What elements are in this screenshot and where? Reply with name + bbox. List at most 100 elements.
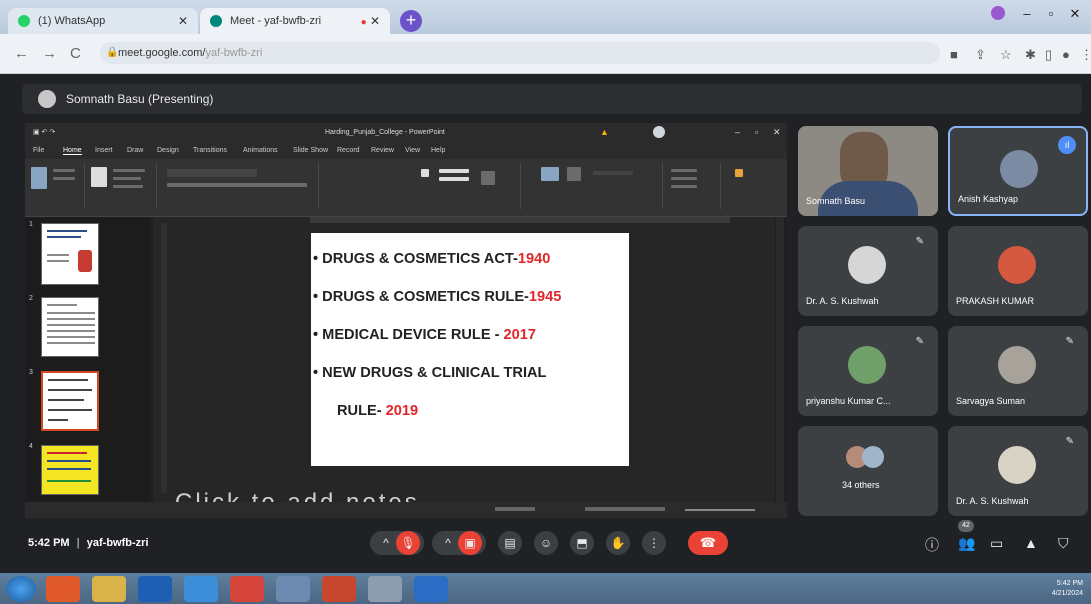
extensions-icon[interactable]: ✱	[1025, 47, 1036, 63]
new-tab-button[interactable]: +	[400, 10, 422, 32]
mic-options-chevron-icon[interactable]: ^	[374, 531, 398, 555]
system-tray: 5:42 PM 4/21/2024	[1052, 579, 1083, 599]
close-window-button[interactable]: ✕	[1062, 6, 1088, 24]
taskbar-app-icon[interactable]	[276, 576, 310, 602]
ribbon-font-group	[159, 163, 319, 209]
menu-animations: Animations	[243, 147, 278, 154]
ribbon-paragraph-group	[321, 163, 521, 209]
warning-icon: ▲	[600, 127, 609, 137]
raise-hand-button[interactable]: ✋	[606, 531, 630, 555]
participant-tile[interactable]: ✎ Sarvagya Suman	[948, 326, 1088, 416]
taskbar-app-icon[interactable]	[414, 576, 448, 602]
participant-name: Somnath Basu	[806, 196, 866, 206]
reload-icon[interactable]: C	[70, 45, 81, 62]
tray-date: 4/21/2024	[1051, 590, 1083, 597]
sidebar-icon[interactable]: ▯	[1045, 47, 1052, 63]
presenter-bar: Somnath Basu (Presenting)	[22, 84, 1082, 114]
activities-icon[interactable]: ▲	[1024, 535, 1038, 551]
tab-whatsapp[interactable]: (1) WhatsApp ✕	[8, 8, 198, 34]
avatar	[862, 446, 884, 468]
menu-insert: Insert	[95, 147, 113, 154]
avatar	[848, 246, 886, 284]
bookmark-star-icon[interactable]: ☆	[1000, 47, 1012, 63]
mic-off-icon: ✎	[1065, 436, 1074, 447]
vertical-ruler	[161, 223, 167, 493]
participant-tile[interactable]: ✎ Dr. A. S. Kushwah	[948, 426, 1088, 516]
shared-screen-powerpoint: ▣ ↶ ↷ Harding_Punjab_College - PowerPoin…	[25, 123, 787, 518]
captions-button[interactable]: ▤	[498, 531, 522, 555]
bullet-text: RULE-	[337, 403, 386, 419]
others-tile[interactable]: 34 others	[798, 426, 938, 516]
view-buttons-icon	[585, 507, 665, 511]
avatar	[998, 446, 1036, 484]
participant-name: Sarvagya Suman	[956, 396, 1026, 406]
address-bar-row: ← → C 🔒 meet.google.com/yaf-bwfb-zri ■ ⇪…	[0, 34, 1091, 74]
others-count: 34 others	[842, 480, 880, 490]
end-call-button[interactable]: ☎	[688, 531, 728, 555]
taskbar-chrome-icon[interactable]	[230, 576, 264, 602]
menu-transitions: Transitions	[193, 147, 227, 154]
taskbar-app-icon[interactable]	[138, 576, 172, 602]
participant-tile[interactable]: ✎ Dr. A. S. Kushwah	[798, 226, 938, 316]
avatar	[998, 346, 1036, 384]
profile-avatar-icon[interactable]: ●	[1062, 47, 1070, 62]
horizontal-ruler	[310, 217, 730, 223]
mic-toggle-button[interactable]: 🎙	[396, 531, 420, 555]
profile-menu-icon[interactable]	[985, 6, 1011, 24]
emoji-button[interactable]: ☺	[534, 531, 558, 555]
taskbar-app-icon[interactable]	[184, 576, 218, 602]
chat-icon[interactable]: ▭	[990, 535, 1003, 552]
camera-icon[interactable]: ■	[950, 47, 958, 62]
participant-tile[interactable]: ıl Anish Kashyap	[948, 126, 1088, 216]
bullet-text: • NEW DRUGS & CLINICAL TRIAL	[313, 365, 547, 381]
camera-toggle-button[interactable]: ▣	[458, 531, 482, 555]
tray-time: 5:42 PM	[1056, 580, 1083, 587]
notes-toggle-icon	[495, 507, 535, 511]
taskbar-app-icon[interactable]	[322, 576, 356, 602]
maximize-button[interactable]: ▫	[1038, 6, 1064, 24]
slide-bullet: RULE- 2019	[337, 403, 629, 419]
taskbar-explorer-icon[interactable]	[92, 576, 126, 602]
camera-options-chevron-icon[interactable]: ^	[436, 531, 460, 555]
taskbar-app-icon[interactable]	[368, 576, 402, 602]
url-host: meet.google.com/	[118, 47, 206, 59]
ppt-maximize-icon: ▫	[755, 127, 759, 137]
more-menu-icon[interactable]: ⋮	[1080, 47, 1091, 63]
close-tab-icon[interactable]: ✕	[178, 14, 188, 28]
ribbon-slides-group	[87, 163, 157, 209]
forward-icon[interactable]: →	[42, 45, 57, 62]
share-icon[interactable]: ⇪	[975, 47, 986, 63]
back-icon[interactable]: ←	[14, 45, 29, 62]
start-button[interactable]	[6, 576, 36, 602]
bullet-year: 1945	[528, 289, 562, 305]
close-tab-icon[interactable]: ● ✕	[361, 14, 380, 28]
slide-bullet: • MEDICAL DEVICE RULE - 2017	[313, 327, 629, 343]
slide-bullet: • DRUGS & COSMETICS RULE-1945	[313, 289, 629, 305]
people-icon[interactable]: 👥	[958, 535, 975, 552]
ribbon-clipboard-group	[25, 163, 85, 209]
participant-name: priyanshu Kumar C...	[806, 396, 891, 406]
presenter-label: Somnath Basu (Presenting)	[66, 92, 214, 106]
participant-tile[interactable]: ✎ priyanshu Kumar C...	[798, 326, 938, 416]
present-button[interactable]: ⬒	[570, 531, 594, 555]
bullet-text: • MEDICAL DEVICE RULE -	[313, 327, 504, 343]
zoom-slider	[685, 509, 755, 511]
thumbnail-number: 1	[29, 221, 33, 228]
menu-help: Help	[431, 147, 446, 154]
taskbar-firefox-icon[interactable]	[46, 576, 80, 602]
participant-tile[interactable]: PRAKASH KUMAR	[948, 226, 1088, 316]
participant-count-badge: 42	[958, 520, 974, 532]
participant-tile[interactable]: Somnath Basu	[798, 126, 938, 216]
info-icon[interactable]: ⓘ	[925, 535, 939, 555]
minimize-button[interactable]: –	[1014, 6, 1040, 24]
tab-meet[interactable]: Meet - yaf-bwfb-zri ● ✕	[200, 8, 390, 34]
url-input[interactable]: 🔒 meet.google.com/yaf-bwfb-zri	[100, 42, 940, 64]
tab-label: (1) WhatsApp	[38, 15, 106, 27]
mic-off-icon: ✎	[1065, 336, 1074, 347]
ribbon-addins-group	[723, 163, 763, 209]
more-options-button[interactable]: ⋮	[642, 531, 666, 555]
menu-view: View	[405, 147, 421, 154]
menu-file: File	[33, 147, 45, 154]
host-controls-icon[interactable]: ⛉	[1058, 535, 1069, 552]
avatar	[998, 246, 1036, 284]
